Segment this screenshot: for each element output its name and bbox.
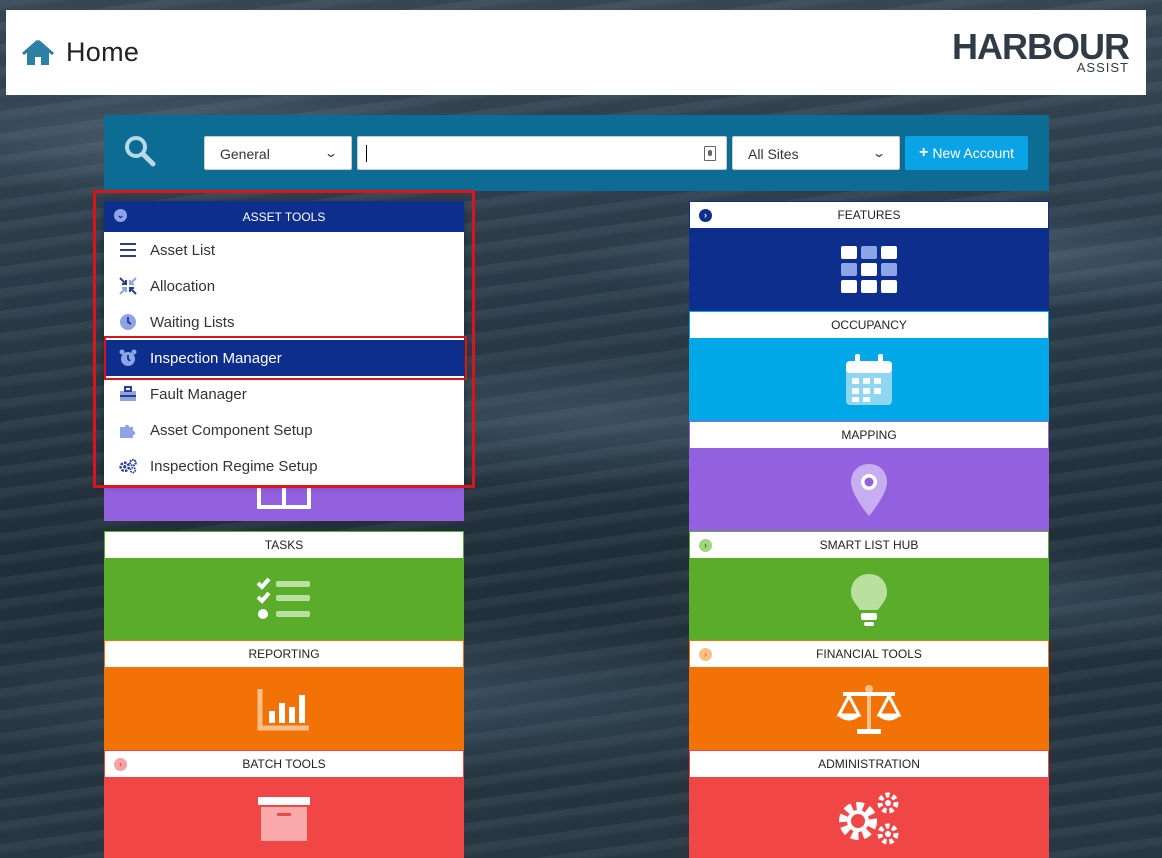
new-account-button[interactable]: + New Account (905, 136, 1028, 170)
search-bar: General ⌄ All Sites ⌄ + New Account (104, 115, 1049, 191)
tile-occupancy[interactable]: OCCUPANCY (689, 311, 1049, 421)
text-caret (366, 145, 367, 162)
harbour-assist-logo: HARBOUR ASSIST (952, 26, 1130, 75)
tile-smart-list-hub[interactable]: › SMART LIST HUB (689, 531, 1049, 641)
bar-chart-icon (257, 689, 309, 731)
contact-card-icon[interactable] (704, 146, 716, 161)
chevron-right-icon[interactable]: › (699, 539, 712, 552)
asset-tools-tile-body[interactable] (104, 485, 464, 521)
tile-mapping[interactable]: MAPPING (689, 421, 1049, 531)
page-title: Home (66, 37, 140, 67)
tile-administration[interactable]: ADMINISTRATION (689, 750, 1049, 858)
home-icon[interactable] (22, 38, 54, 68)
chevron-right-icon[interactable]: › (699, 209, 712, 222)
tile-batch-tools[interactable]: › BATCH TOOLS (104, 750, 464, 858)
scales-icon (836, 685, 902, 734)
highlight-box-inspection-manager (104, 336, 467, 380)
sites-select[interactable]: All Sites ⌄ (732, 136, 900, 170)
archive-box-icon (258, 797, 310, 841)
tile-financial-tools[interactable]: › FINANCIAL TOOLS (689, 640, 1049, 750)
chevron-right-icon[interactable]: › (699, 648, 712, 661)
page-header: Home HARBOUR ASSIST (6, 10, 1146, 95)
tile-tasks[interactable]: TASKS (104, 531, 464, 641)
grid-icon (841, 246, 897, 293)
chevron-down-icon: ⌄ (323, 146, 339, 160)
lightbulb-icon (851, 574, 887, 626)
map-pin-icon (851, 464, 887, 516)
search-icon[interactable] (124, 135, 156, 167)
box-icon (257, 485, 311, 509)
tile-reporting[interactable]: REPORTING (104, 640, 464, 750)
search-category-select[interactable]: General ⌄ (204, 136, 352, 170)
chevron-right-icon[interactable]: › (114, 758, 127, 771)
cogs-icon (839, 792, 899, 845)
plus-icon: + (918, 144, 929, 161)
tile-features[interactable]: › FEATURES (689, 201, 1049, 311)
calendar-icon (846, 354, 892, 405)
tasks-icon (256, 577, 310, 619)
chevron-down-icon: ⌄ (871, 146, 887, 160)
search-input[interactable] (357, 136, 727, 170)
